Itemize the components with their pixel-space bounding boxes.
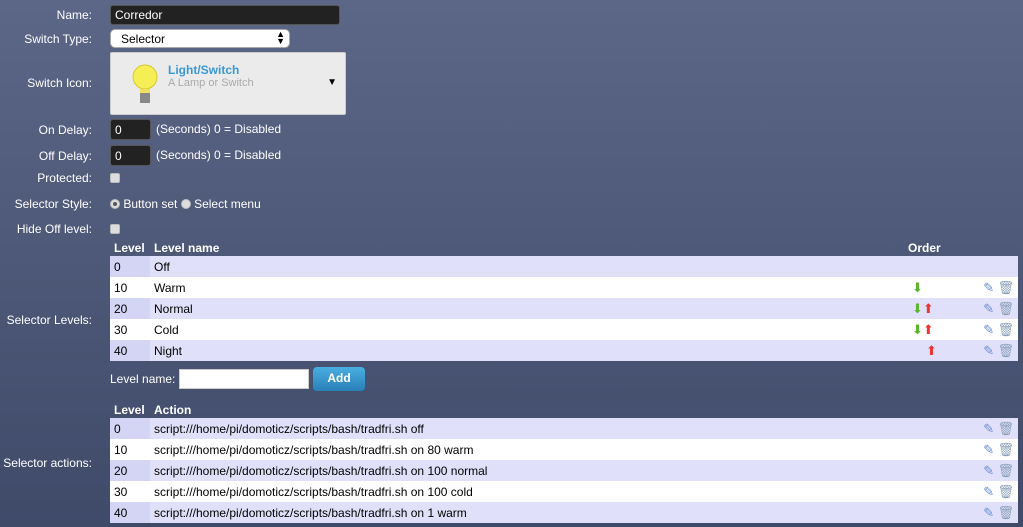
delete-icon[interactable]: 🗑 [997,463,1014,479]
level-value: 10 [110,439,150,460]
action-row: 40 script:///home/pi/domoticz/scripts/bas… [110,502,1018,523]
off-delay-label: Off Delay: [38,149,92,163]
icon-subtitle: A Lamp or Switch [168,77,254,89]
move-down-icon[interactable]: ⬇ [912,322,923,338]
level-name: Night [150,340,908,361]
move-down-icon[interactable]: ⬇ [912,301,923,317]
switch-type-value: Selector [121,32,166,46]
protected-checkbox[interactable] [110,173,120,183]
level-value: 10 [110,277,150,298]
level-value: 30 [110,319,150,340]
delete-icon[interactable]: 🗑 [997,505,1014,521]
delete-icon[interactable]: 🗑 [997,442,1014,458]
action-row: 10 script:///home/pi/domoticz/scripts/bas… [110,439,1018,460]
actions-table: Level Action 0 script:///home/pi/domoticz/… [110,402,1018,523]
action-value: script:///home/pi/domoticz/scripts/bash/… [150,481,968,502]
lightbulb-icon [132,64,158,103]
action-header: Action [154,402,192,417]
edit-icon[interactable]: ✎ [983,343,994,359]
edit-icon[interactable]: ✎ [983,280,994,296]
level-name-label: Level name: [110,372,176,386]
edit-icon[interactable]: ✎ [983,301,994,317]
selector-levels-label: Selector Levels: [6,313,92,327]
level-name-header: Level name [154,240,220,255]
action-row: 20 script:///home/pi/domoticz/scripts/bas… [110,460,1018,481]
levels-table: Level Level name Order 0 Off 10 Warm ⬇ ✎ 🗑 20… [110,240,1018,361]
on-delay-label: On Delay: [38,123,92,137]
level-name: Warm [150,277,908,298]
level-header: Level [114,240,145,255]
edit-icon[interactable]: ✎ [983,484,994,500]
level-value: 20 [110,298,150,319]
selector-actions-label: Selector actions: [3,456,92,470]
level-name: Off [150,256,908,277]
level-value: 40 [110,340,150,361]
action-value: script:///home/pi/domoticz/scripts/bash/… [150,460,968,481]
add-level-button[interactable]: Add [313,367,365,391]
icon-title: Light/Switch [168,63,240,77]
on-delay-input[interactable] [110,119,151,140]
delete-icon[interactable]: 🗑 [997,421,1014,437]
select-menu-radio[interactable] [180,199,191,209]
name-label: Name: [56,8,92,22]
level-value: 20 [110,460,150,481]
level-name-input[interactable] [179,369,309,389]
button-set-radio[interactable] [110,199,120,209]
delete-icon[interactable]: 🗑 [997,484,1014,500]
delete-icon[interactable]: 🗑 [997,301,1014,317]
protected-label: Protected: [37,171,92,185]
level-row: 10 Warm ⬇ ✎ 🗑 [110,277,1018,298]
delete-icon[interactable]: 🗑 [997,343,1014,359]
switch-type-label: Switch Type: [24,32,92,46]
off-delay-hint: (Seconds) 0 = Disabled [156,148,282,162]
edit-icon[interactable]: ✎ [983,442,994,458]
level-value: 0 [110,256,150,277]
action-row: 30 script:///home/pi/domoticz/scripts/bas… [110,481,1018,502]
dropdown-caret-icon: ▼ [327,77,337,88]
level-value: 0 [110,418,150,439]
delete-icon[interactable]: 🗑 [997,322,1014,338]
action-value: script:///home/pi/domoticz/scripts/bash/… [150,418,968,439]
off-delay-input[interactable] [110,145,151,166]
level-row: 30 Cold ⬇⬆ ✎ 🗑 [110,319,1018,340]
switch-icon-select[interactable]: Light/Switch A Lamp or Switch ▼ [110,52,346,115]
selector-style-group: Button set Select menu [110,197,261,211]
select-arrows-icon: ▲ ▼ [276,29,285,46]
switch-type-select[interactable]: Selector ▲ ▼ [110,29,290,48]
level-name: Normal [150,298,908,319]
button-set-label: Button set [123,197,178,211]
move-up-icon[interactable]: ⬆ [926,343,937,359]
level-row: 20 Normal ⬇⬆ ✎ 🗑 [110,298,1018,319]
delete-icon[interactable]: 🗑 [997,280,1014,296]
action-value: script:///home/pi/domoticz/scripts/bash/… [150,502,968,523]
move-up-icon[interactable]: ⬆ [923,301,934,317]
edit-icon[interactable]: ✎ [983,505,994,521]
edit-icon[interactable]: ✎ [983,322,994,338]
move-up-icon[interactable]: ⬆ [923,322,934,338]
move-down-icon[interactable]: ⬇ [912,280,923,296]
hide-off-checkbox[interactable] [110,224,120,234]
name-input[interactable] [110,5,340,25]
switch-icon-label: Switch Icon: [27,76,92,90]
selector-style-label: Selector Style: [14,197,92,211]
edit-icon[interactable]: ✎ [983,463,994,479]
select-menu-label: Select menu [194,197,261,211]
hide-off-label: Hide Off level: [16,222,92,236]
level-row: 40 Night ⬆ ✎ 🗑 [110,340,1018,361]
order-header: Order [908,240,941,255]
action-row: 0 script:///home/pi/domoticz/scripts/bash… [110,418,1018,439]
level-name: Cold [150,319,908,340]
action-value: script:///home/pi/domoticz/scripts/bash/… [150,439,968,460]
edit-icon[interactable]: ✎ [983,421,994,437]
level-value: 30 [110,481,150,502]
on-delay-hint: (Seconds) 0 = Disabled [156,122,282,136]
level-row: 0 Off [110,256,1018,277]
level-header: Level [114,402,145,417]
level-value: 40 [110,502,150,523]
